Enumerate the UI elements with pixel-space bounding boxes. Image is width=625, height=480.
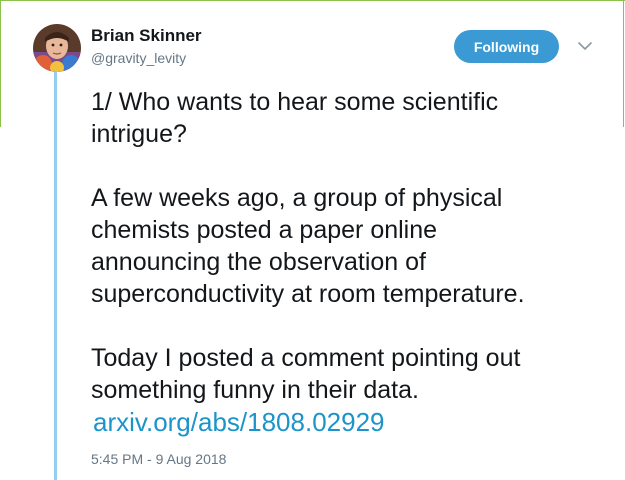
tweet-line: Today I posted a comment pointing out xyxy=(91,344,521,372)
avatar[interactable] xyxy=(33,24,81,72)
tweet-line: announcing the observation of xyxy=(91,248,426,276)
chevron-down-icon[interactable] xyxy=(577,39,593,53)
frame-border-top xyxy=(0,0,625,1)
thread-connector-line xyxy=(54,72,57,480)
arxiv-link[interactable]: arxiv.org/abs/1808.02929 xyxy=(93,407,385,437)
frame-border-right xyxy=(623,0,624,127)
tweet-line: something funny in their data. xyxy=(91,376,419,404)
tweet-text: 1/ Who wants to hear some scientific int… xyxy=(91,86,591,439)
tweet-line: A few weeks ago, a group of physical xyxy=(91,184,503,212)
tweet-line: 1/ Who wants to hear some scientific xyxy=(91,88,499,116)
tweet-link-line: arxiv.org/abs/1808.02929 xyxy=(91,406,591,439)
following-button[interactable]: Following xyxy=(454,30,559,63)
tweet-timestamp[interactable]: 5:45 PM - 9 Aug 2018 xyxy=(91,451,226,467)
author-handle[interactable]: @gravity_levity xyxy=(91,50,186,66)
frame-border-left xyxy=(0,0,1,127)
tweet-line: chemists posted a paper online xyxy=(91,216,438,244)
author-name[interactable]: Brian Skinner xyxy=(91,26,202,46)
tweet-line: intrigue? xyxy=(91,120,187,148)
tweet-line: superconductivity at room temperature. xyxy=(91,280,525,308)
